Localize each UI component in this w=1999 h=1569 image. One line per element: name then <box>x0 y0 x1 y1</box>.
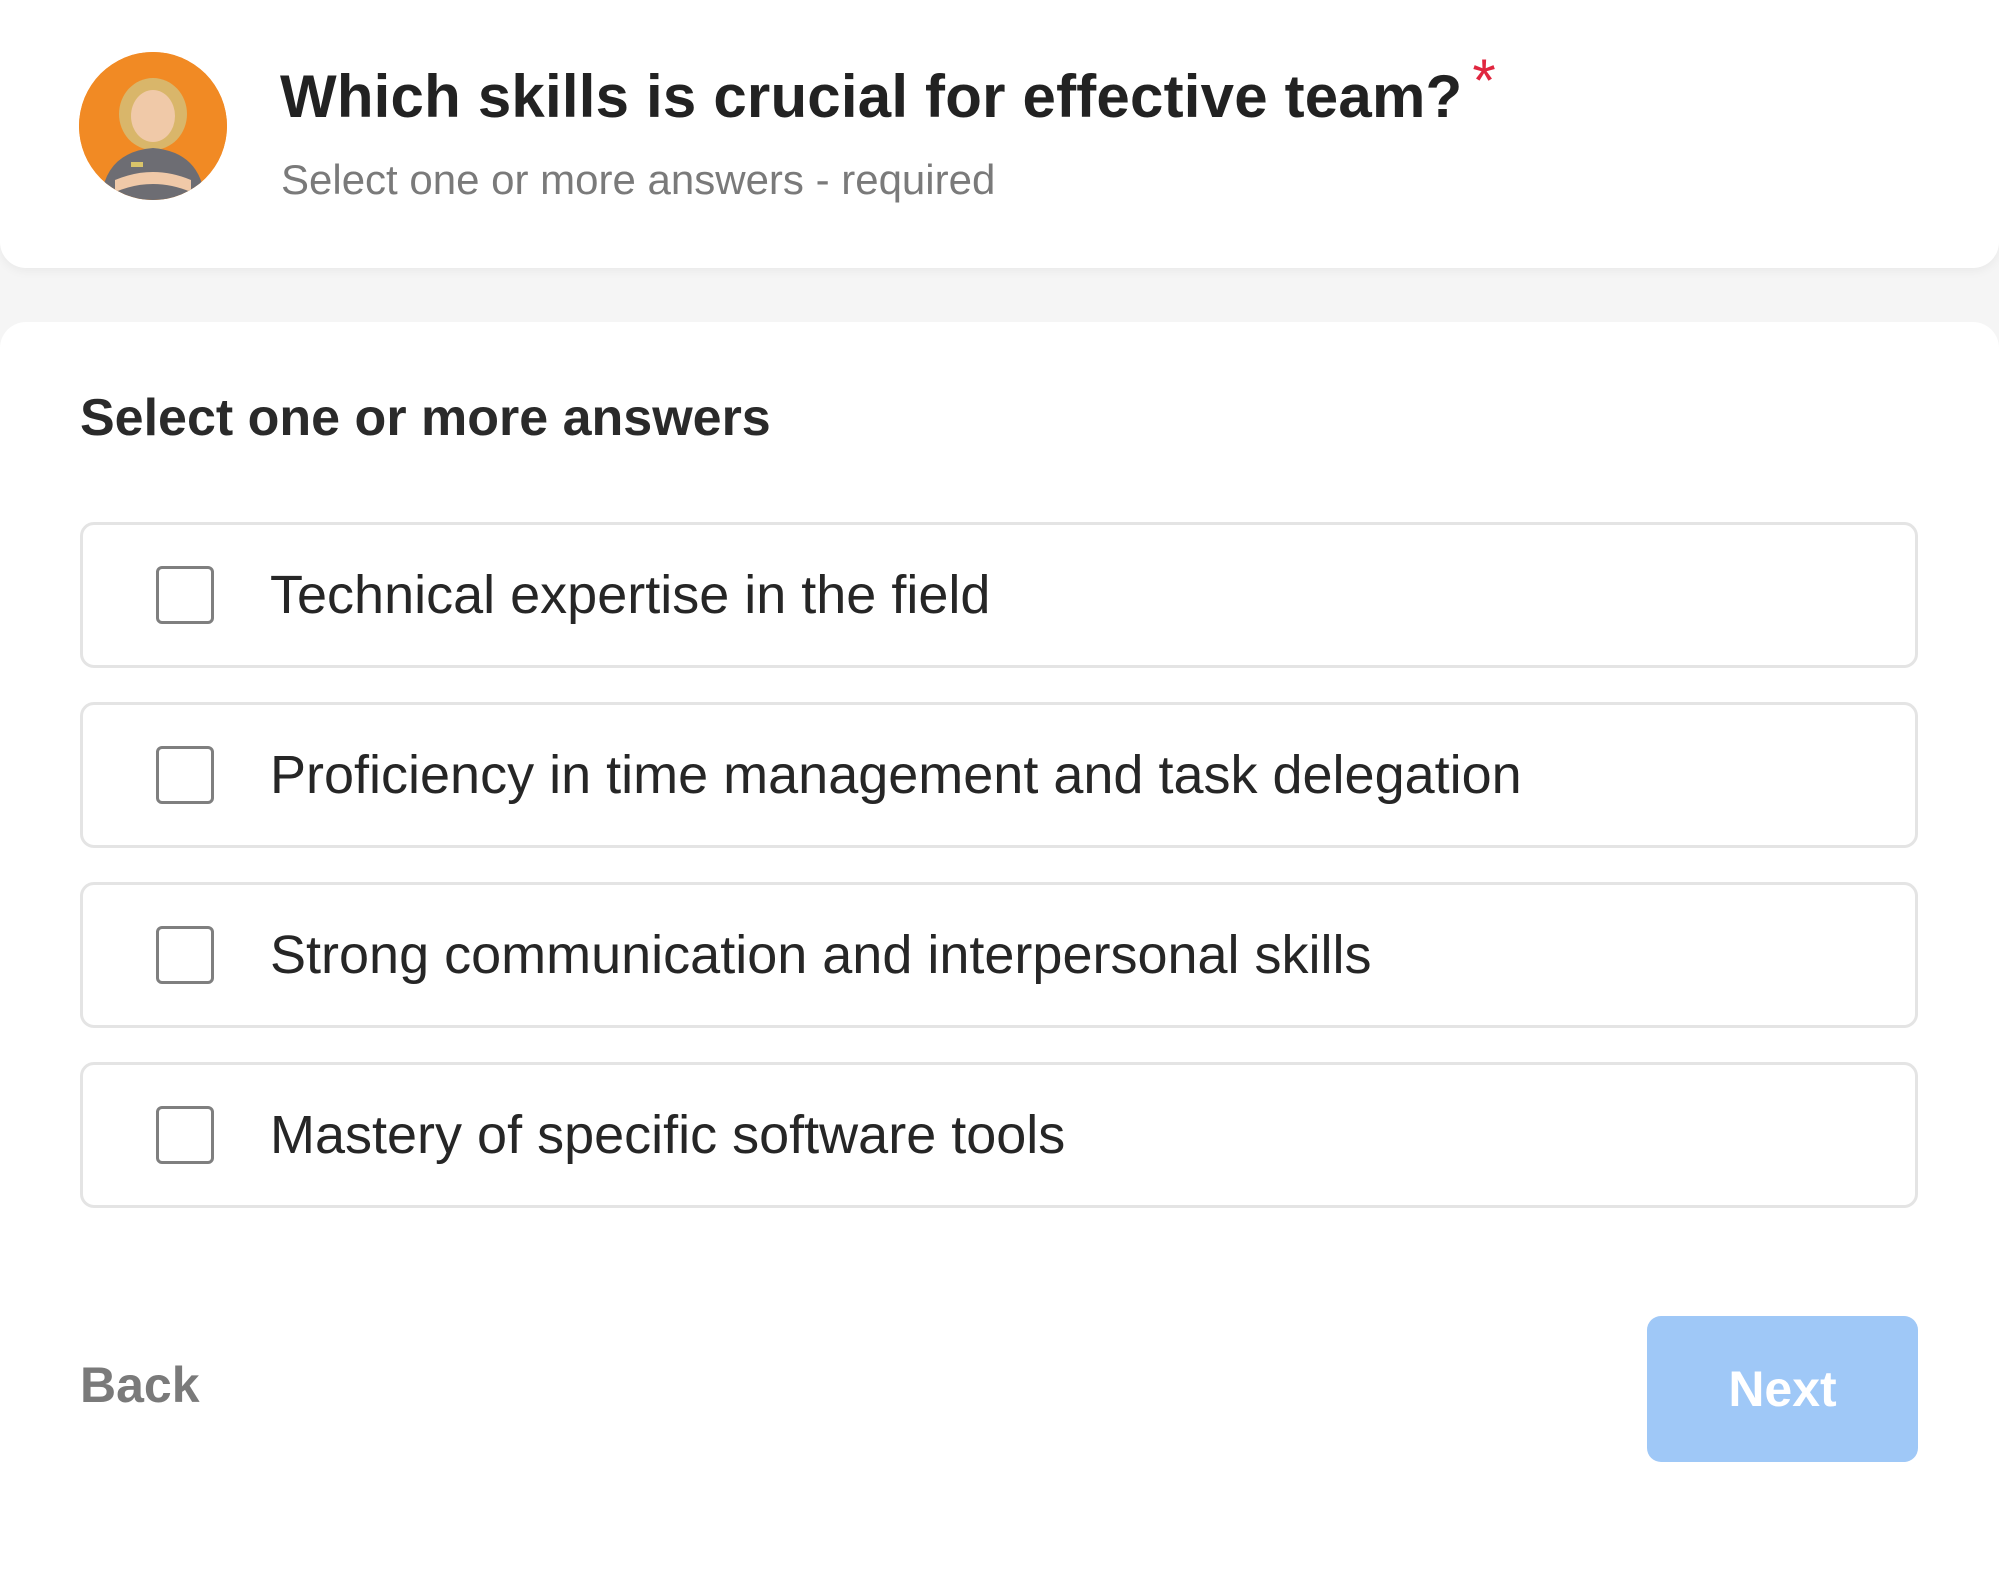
back-button[interactable]: Back <box>80 1356 200 1414</box>
option-time-management[interactable]: Proficiency in time management and task … <box>80 702 1918 848</box>
options-list: Technical expertise in the field Profici… <box>80 522 1918 1242</box>
avatar <box>79 52 227 200</box>
option-software-tools[interactable]: Mastery of specific software tools <box>80 1062 1918 1208</box>
option-label: Technical expertise in the field <box>270 565 991 625</box>
option-label: Proficiency in time management and task … <box>270 745 1522 805</box>
option-communication-skills[interactable]: Strong communication and interpersonal s… <box>80 882 1918 1028</box>
option-label: Mastery of specific software tools <box>270 1105 1066 1165</box>
option-technical-expertise[interactable]: Technical expertise in the field <box>80 522 1918 668</box>
checkbox[interactable] <box>156 926 214 984</box>
checkbox[interactable] <box>156 746 214 804</box>
instructions-heading: Select one or more answers <box>80 389 771 447</box>
checkbox[interactable] <box>156 1106 214 1164</box>
question-header: Which skills is crucial for effective te… <box>0 0 1999 268</box>
avatar-image <box>79 52 227 200</box>
checkbox[interactable] <box>156 566 214 624</box>
question-subtitle: Select one or more answers - required <box>281 156 996 203</box>
next-button[interactable]: Next <box>1647 1316 1918 1462</box>
question-title: Which skills is crucial for effective te… <box>280 47 1496 131</box>
required-asterisk: * <box>1472 47 1496 114</box>
answer-card: Select one or more answers Technical exp… <box>0 322 1999 1569</box>
question-title-text: Which skills is crucial for effective te… <box>280 63 1463 130</box>
option-label: Strong communication and interpersonal s… <box>270 925 1372 985</box>
